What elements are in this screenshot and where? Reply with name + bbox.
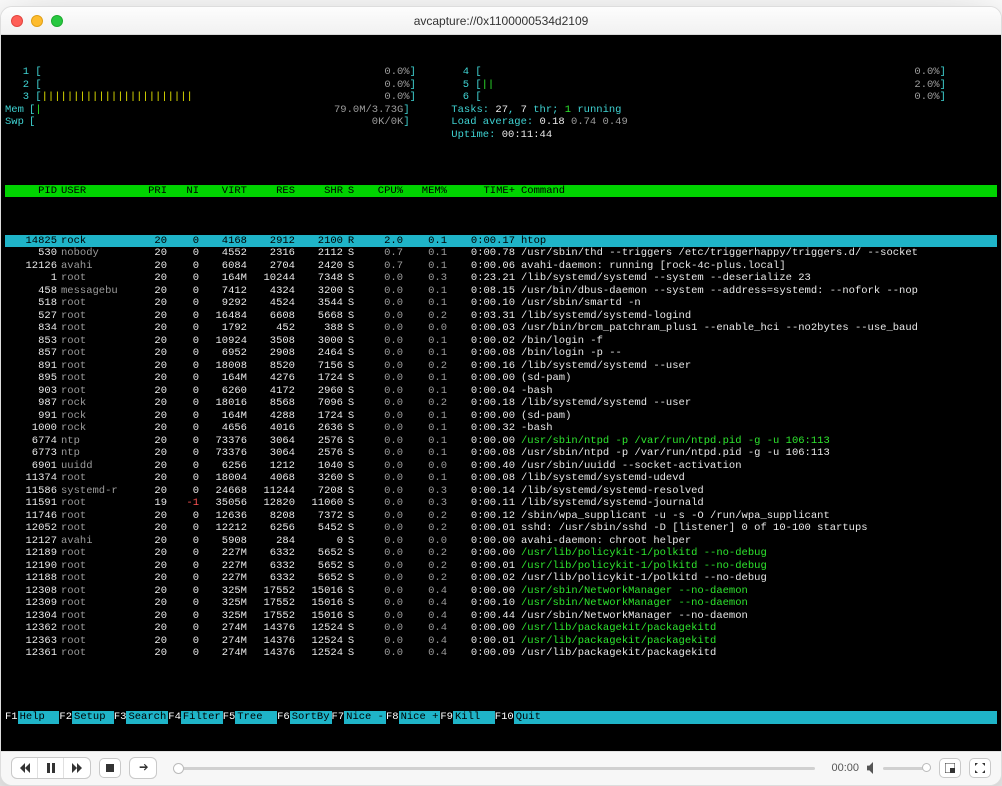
fkey-f8[interactable]: F8Nice + bbox=[386, 711, 440, 724]
process-row[interactable]: 853root2001092435083000S0.00.10:00.02/bi… bbox=[5, 335, 997, 348]
function-key-bar: F1Help F2Setup F3SearchF4FilterF5Tree F6… bbox=[5, 697, 997, 724]
cpu-meter: 6 [0.0%] bbox=[445, 91, 997, 104]
cpu-meter: 1 [0.0%] bbox=[5, 66, 445, 79]
process-row[interactable]: 11586systemd-r20024668112447208S0.00.30:… bbox=[5, 485, 997, 498]
terminal: 1 [0.0%]2 [0.0%]3 [|||||||||||||||||||||… bbox=[1, 35, 1001, 751]
process-row[interactable]: 12189root200227M63325652S0.00.20:00.00/u… bbox=[5, 547, 997, 560]
fkey-f10[interactable]: F10Quit bbox=[495, 711, 556, 724]
fkey-f7[interactable]: F7Nice - bbox=[332, 711, 386, 724]
process-row[interactable]: 857root200695229082464S0.00.10:00.08/bin… bbox=[5, 347, 997, 360]
process-row[interactable]: 518root200929245243544S0.00.10:00.10/usr… bbox=[5, 297, 997, 310]
time-display: 00:00 bbox=[831, 762, 859, 774]
process-row[interactable]: 1000rock200465640162636S0.00.10:00.32-ba… bbox=[5, 422, 997, 435]
process-row[interactable]: 12052root2001221262565452S0.00.20:00.01s… bbox=[5, 522, 997, 535]
process-row[interactable]: 6773ntp2007337630642576S0.00.10:00.08/us… bbox=[5, 447, 997, 460]
mem-meter: Swp[0K/0K] bbox=[5, 116, 445, 129]
process-row[interactable]: 987rock2001801685687096S0.00.20:00.18/li… bbox=[5, 397, 997, 410]
fkey-f5[interactable]: F5Tree bbox=[223, 711, 277, 724]
cpu-meter: 2 [0.0%] bbox=[5, 79, 445, 92]
process-row[interactable]: 895root200164M42761724S0.00.10:00.00(sd-… bbox=[5, 372, 997, 385]
process-row[interactable]: 12188root200227M63325652S0.00.20:00.02/u… bbox=[5, 572, 997, 585]
forward-button[interactable] bbox=[64, 758, 90, 778]
pip-button[interactable] bbox=[939, 758, 961, 778]
process-row[interactable]: 903root200626041722960S0.00.10:00.04-bas… bbox=[5, 385, 997, 398]
load-line: Load average: 0.18 0.74 0.49 bbox=[445, 116, 997, 129]
process-row[interactable]: 6774ntp2007337630642576S0.00.10:00.00/us… bbox=[5, 435, 997, 448]
process-row[interactable]: 530nobody200455223162112S0.70.10:00.78/u… bbox=[5, 247, 997, 260]
volume-control[interactable] bbox=[867, 762, 931, 774]
fkey-f4[interactable]: F4Filter bbox=[168, 711, 222, 724]
fkey-f6[interactable]: F6SortBy bbox=[277, 711, 331, 724]
fullscreen-button[interactable] bbox=[969, 758, 991, 778]
process-row[interactable]: 14825rock200416829122100R2.00.10:00.17ht… bbox=[5, 235, 997, 248]
uptime-line: Uptime: 00:11:44 bbox=[445, 129, 997, 142]
process-row[interactable]: 12190root200227M63325652S0.00.20:00.01/u… bbox=[5, 560, 997, 573]
cpu-meter: 5 [||2.0%] bbox=[445, 79, 997, 92]
column-header[interactable]: PID USER PRI NI VIRT RES SHR S CPU% MEM%… bbox=[5, 185, 997, 198]
process-row[interactable]: 6901uuidd200625612121040S0.00.00:00.40/u… bbox=[5, 460, 997, 473]
cpu-meter: 4 [0.0%] bbox=[445, 66, 997, 79]
process-row[interactable]: 12308root200325M1755215016S0.00.40:00.00… bbox=[5, 585, 997, 598]
process-row[interactable]: 834root2001792452388S0.00.00:00.03/usr/b… bbox=[5, 322, 997, 335]
rewind-button[interactable] bbox=[12, 758, 38, 778]
process-row[interactable]: 891root2001800885207156S0.00.20:00.16/li… bbox=[5, 360, 997, 373]
process-list: 14825rock200416829122100R2.00.10:00.17ht… bbox=[5, 235, 997, 660]
process-row[interactable]: 12127avahi20059082840S0.00.00:00.00avahi… bbox=[5, 535, 997, 548]
process-row[interactable]: 458messagebu200741243243200S0.00.10:08.1… bbox=[5, 285, 997, 298]
titlebar: avcapture://0x1100000534d2109 bbox=[1, 7, 1001, 35]
mem-meter: Mem[|79.0M/3.73G] bbox=[5, 104, 445, 117]
fkey-f3[interactable]: F3Search bbox=[114, 711, 168, 724]
fkey-f9[interactable]: F9Kill bbox=[440, 711, 494, 724]
process-row[interactable]: 12363root200274M1437612524S0.00.40:00.01… bbox=[5, 635, 997, 648]
fkey-f2[interactable]: F2Setup bbox=[59, 711, 113, 724]
stop-button[interactable] bbox=[99, 758, 121, 778]
process-row[interactable]: 11746root2001263682087372S0.00.20:00.12/… bbox=[5, 510, 997, 523]
process-row[interactable]: 11374root2001800440683260S0.00.10:00.08/… bbox=[5, 472, 997, 485]
cpu-meter: 3 [||||||||||||||||||||||||0.0%] bbox=[5, 91, 445, 104]
process-row[interactable]: 12304root200325M1755215016S0.00.40:00.44… bbox=[5, 610, 997, 623]
fkey-f1[interactable]: F1Help bbox=[5, 711, 59, 724]
process-row[interactable]: 12126avahi200608427042420S0.70.10:00.06a… bbox=[5, 260, 997, 273]
progress-slider[interactable] bbox=[173, 767, 815, 770]
process-row[interactable]: 11591root19-1350561282011060S0.00.30:00.… bbox=[5, 497, 997, 510]
playback-bar: 00:00 bbox=[1, 751, 1001, 785]
app-window: avcapture://0x1100000534d2109 1 [0.0%]2 … bbox=[0, 6, 1002, 786]
process-row[interactable]: 527root2001648466085668S0.00.20:03.31/li… bbox=[5, 310, 997, 323]
process-row[interactable]: 991rock200164M42881724S0.00.10:00.00(sd-… bbox=[5, 410, 997, 423]
pause-button[interactable] bbox=[38, 758, 64, 778]
process-row[interactable]: 1root200164M102447348S0.00.30:23.21/lib/… bbox=[5, 272, 997, 285]
loop-button[interactable] bbox=[130, 758, 156, 778]
window-title: avcapture://0x1100000534d2109 bbox=[1, 14, 1001, 28]
process-row[interactable]: 12361root200274M1437612524S0.00.40:00.09… bbox=[5, 647, 997, 660]
speaker-icon bbox=[867, 762, 879, 774]
process-row[interactable]: 12309root200325M1755215016S0.00.40:00.10… bbox=[5, 597, 997, 610]
tasks-line: Tasks: 27, 7 thr; 1 running bbox=[445, 104, 997, 117]
process-row[interactable]: 12362root200274M1437612524S0.00.40:00.00… bbox=[5, 622, 997, 635]
